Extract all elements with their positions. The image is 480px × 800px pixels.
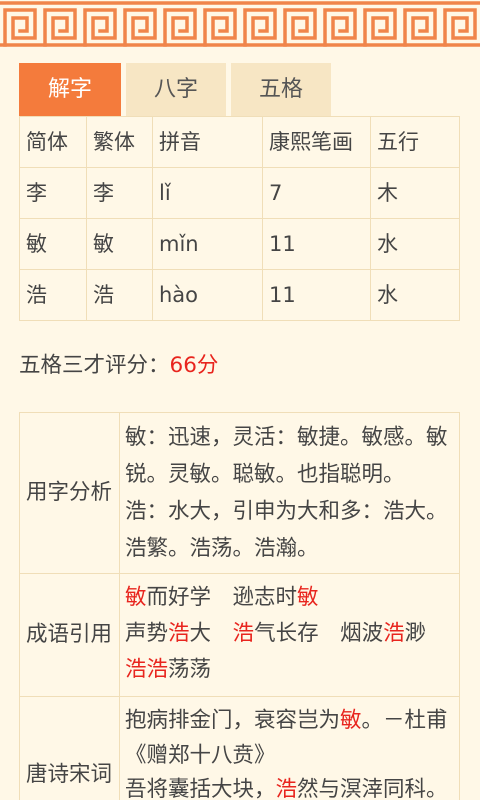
cell-five-element: 水 (371, 270, 460, 321)
cell-pinyin: hào (153, 270, 263, 321)
wuge-score: 五格三才评分：66分 (19, 351, 218, 381)
fret-border-pattern (0, 0, 480, 48)
table-header-row: 简体 繁体 拼音 康熙笔画 五行 (20, 117, 460, 168)
idiom: 声势浩大 (125, 616, 211, 652)
idiom-highlight-char: 敏 (125, 585, 147, 610)
idiom: 浩气长存 (233, 616, 319, 652)
cell-kangxi-strokes: 11 (263, 219, 371, 270)
idiom-text: 声势 (125, 621, 169, 646)
idiom-highlight-char: 浩浩 (125, 657, 169, 682)
cell-five-element: 水 (371, 219, 460, 270)
char-analysis-paragraph: 敏：迅速，灵活：敏捷。敏感。敏锐。灵敏。聪敏。也指聪明。 (125, 425, 448, 487)
idiom: 浩浩荡荡 (125, 652, 211, 688)
cell-traditional: 李 (87, 168, 153, 219)
idiom-text: 烟波 (340, 621, 384, 646)
fret-border-band (0, 0, 480, 48)
idiom-highlight-char: 敏 (297, 585, 319, 610)
idiom-text: 而好学 (146, 585, 212, 610)
idiom-text: 大 (189, 621, 212, 646)
detail-label-poems: 唐诗宋词 (20, 697, 120, 800)
idiom-text: 气长存 (254, 621, 319, 646)
cell-pinyin: lǐ (153, 168, 263, 219)
cell-pinyin: mǐn (153, 219, 263, 270)
char-analysis-paragraph: 浩：水大，引申为大和多：浩大。浩繁。浩荡。浩瀚。 (125, 499, 448, 561)
tab-jiezi[interactable]: 解字 (19, 63, 121, 116)
idioms-content: 敏而好学 逊志时敏 声势浩大 浩气长存 烟波浩渺 浩浩荡荡 (120, 574, 460, 697)
idiom-highlight-char: 浩 (232, 621, 255, 646)
idiom-text: 逊志时 (232, 585, 298, 610)
detail-row-poems: 唐诗宋词 抱病排金门，衰容岂为敏。－杜甫《赠郑十八贲》 吾将囊括大块，浩然与溟涬… (20, 697, 460, 800)
cell-kangxi-strokes: 7 (263, 168, 371, 219)
table-row: 李 李 lǐ 7 木 (20, 168, 460, 219)
idiom-text: 渺 (404, 621, 427, 646)
app-screen: 解字 八字 五格 简体 繁体 拼音 康熙笔画 五行 李 李 lǐ 7 木 敏 敏… (0, 0, 480, 800)
score-label: 五格三才评分： (19, 353, 170, 378)
idiom-group: 敏而好学 逊志时敏 (125, 580, 454, 616)
poem-text: 抱病排金门，衰容岂为 (125, 708, 341, 733)
score-value: 66分 (169, 353, 219, 378)
char-analysis-content: 敏：迅速，灵活：敏捷。敏感。敏锐。灵敏。聪敏。也指聪明。 浩：水大，引申为大和多… (120, 413, 460, 574)
column-header-simplified: 简体 (20, 117, 87, 168)
cell-five-element: 木 (371, 168, 460, 219)
idiom-text: 荡荡 (168, 657, 212, 682)
tab-bar: 解字 八字 五格 (19, 63, 331, 116)
cell-simplified: 敏 (20, 219, 87, 270)
cell-kangxi-strokes: 11 (263, 270, 371, 321)
detail-table: 用字分析 敏：迅速，灵活：敏捷。敏感。敏锐。灵敏。聪敏。也指聪明。 浩：水大，引… (19, 412, 460, 800)
cell-traditional: 敏 (87, 219, 153, 270)
idiom-highlight-char: 浩 (383, 621, 405, 646)
detail-label-char-analysis: 用字分析 (20, 413, 120, 574)
column-header-kangxi-strokes: 康熙笔画 (263, 117, 371, 168)
poem-highlight-char: 敏 (340, 708, 362, 733)
tab-bazi[interactable]: 八字 (126, 63, 226, 116)
detail-row-idioms: 成语引用 敏而好学 逊志时敏 声势浩大 浩气长存 烟波浩渺 浩浩荡荡 (20, 574, 460, 697)
detail-row-char-analysis: 用字分析 敏：迅速，灵活：敏捷。敏感。敏锐。灵敏。聪敏。也指聪明。 浩：水大，引… (20, 413, 460, 574)
poem-highlight-char: 浩 (275, 777, 298, 800)
column-header-five-elements: 五行 (371, 117, 460, 168)
column-header-pinyin: 拼音 (153, 117, 263, 168)
cell-simplified: 浩 (20, 270, 87, 321)
idiom: 敏而好学 (125, 580, 211, 616)
poems-content: 抱病排金门，衰容岂为敏。－杜甫《赠郑十八贲》 吾将囊括大块，浩然与溟涬同科。 (120, 697, 460, 800)
tab-wuge[interactable]: 五格 (231, 63, 331, 116)
idiom: 逊志时敏 (233, 580, 319, 616)
table-row: 浩 浩 hào 11 水 (20, 270, 460, 321)
idiom-highlight-char: 浩 (168, 621, 190, 646)
column-header-traditional: 繁体 (87, 117, 153, 168)
idiom: 烟波浩渺 (340, 616, 426, 652)
poem-text: 然与溟涬同科。 (297, 777, 448, 800)
poem-line: 抱病排金门，衰容岂为敏。－杜甫《赠郑十八贲》 (125, 703, 454, 773)
cell-simplified: 李 (20, 168, 87, 219)
idiom-group: 声势浩大 浩气长存 烟波浩渺 浩浩荡荡 (125, 616, 454, 688)
poem-text: 吾将囊括大块， (125, 777, 276, 800)
detail-label-idioms: 成语引用 (20, 574, 120, 697)
character-table: 简体 繁体 拼音 康熙笔画 五行 李 李 lǐ 7 木 敏 敏 mǐn 11 水… (19, 116, 460, 321)
cell-traditional: 浩 (87, 270, 153, 321)
table-row: 敏 敏 mǐn 11 水 (20, 219, 460, 270)
poem-line: 吾将囊括大块，浩然与溟涬同科。 (125, 773, 454, 800)
